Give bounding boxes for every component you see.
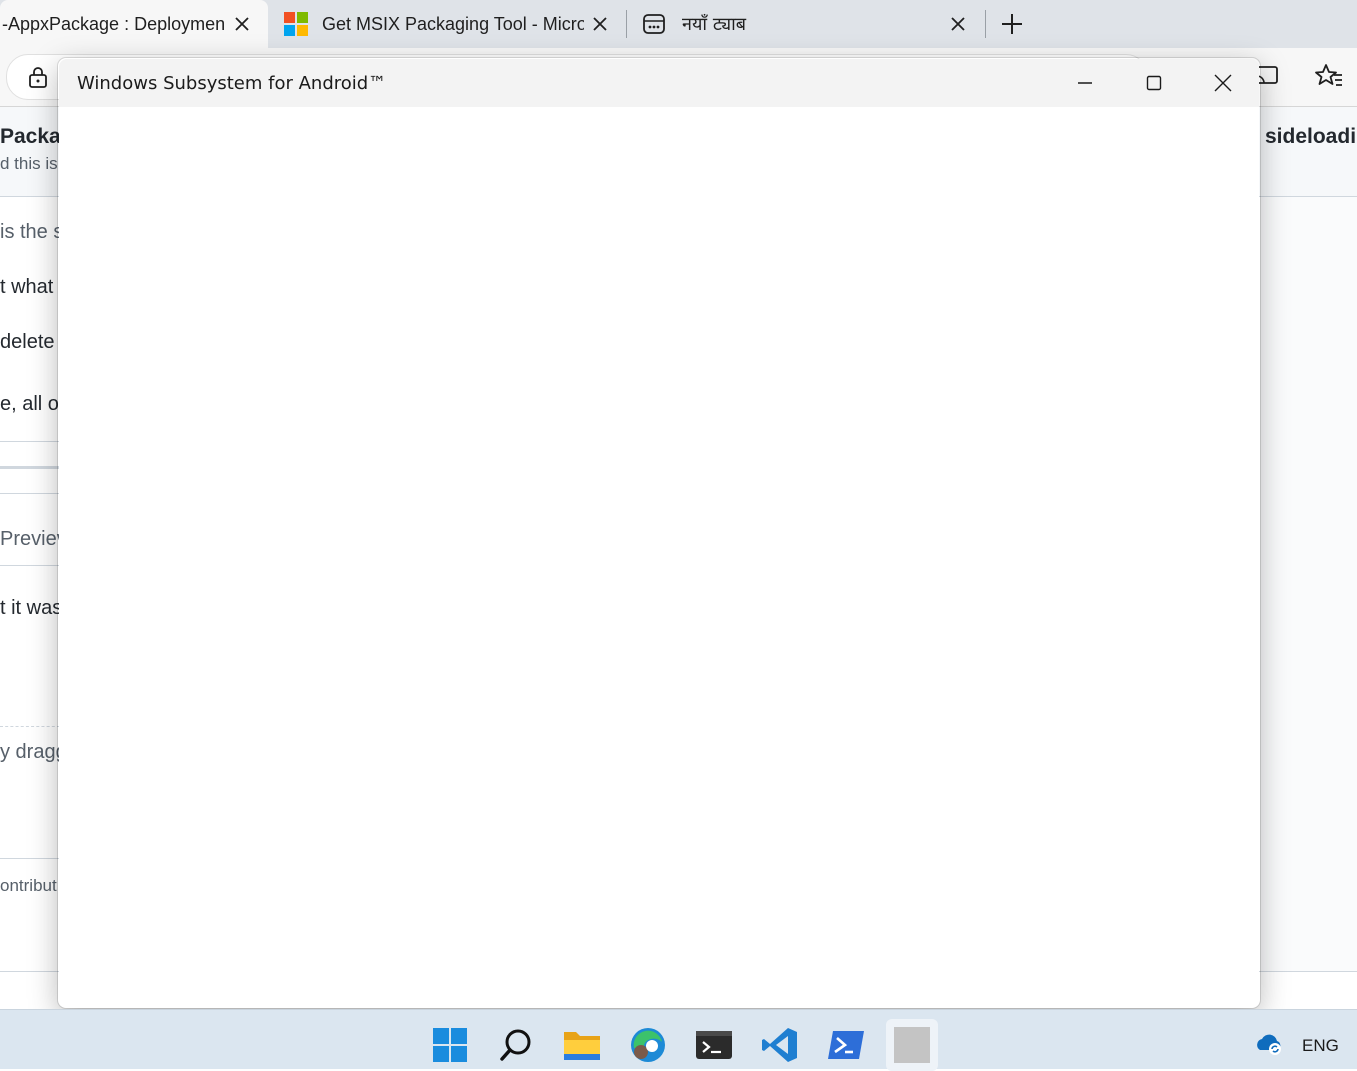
start-button[interactable] [424, 1019, 476, 1071]
lock-icon[interactable] [27, 66, 49, 93]
new-tab-page-icon [642, 12, 666, 36]
close-icon [1214, 74, 1232, 92]
onedrive-sync-icon[interactable] [1254, 1032, 1284, 1056]
start-icon [433, 1028, 467, 1062]
close-tab-icon[interactable] [946, 12, 970, 36]
divider [0, 493, 60, 494]
search-icon [500, 1029, 531, 1061]
favorites-icon[interactable] [1314, 62, 1344, 92]
page-line: is the s [0, 221, 64, 243]
tab-new-tab[interactable]: नयाँ ट्याब [628, 0, 984, 48]
tab-title: नयाँ ट्याब [682, 14, 747, 35]
close-button[interactable] [1189, 59, 1257, 107]
divider [0, 858, 60, 859]
page-subtext: d this is [0, 154, 58, 173]
taskbar: ENG [0, 1009, 1357, 1071]
window-title: Windows Subsystem for Android™ [77, 73, 387, 94]
page-line: t it was [0, 597, 63, 619]
language-indicator[interactable]: ENG [1302, 1036, 1339, 1056]
browser-tab-strip: -AppxPackage : Deployment Get MSIX Packa… [0, 0, 1357, 48]
powershell-button[interactable] [820, 1019, 872, 1071]
wsa-content-area[interactable] [59, 107, 1259, 1007]
search-button[interactable] [490, 1019, 542, 1071]
tab-appxpackage[interactable]: -AppxPackage : Deployment [0, 0, 268, 48]
page-line: e, all of [0, 393, 65, 415]
tab-separator [626, 10, 627, 38]
new-tab-button[interactable] [996, 8, 1028, 40]
wsa-titlebar[interactable]: Windows Subsystem for Android™ [59, 59, 1259, 107]
tab-msix-packaging-tool[interactable]: Get MSIX Packaging Tool - Micro [270, 0, 626, 48]
page-line: delete [0, 331, 55, 353]
edge-icon [631, 1028, 665, 1062]
page-line: t what [0, 276, 54, 298]
edge-button[interactable] [622, 1019, 674, 1071]
page-line: Previev [0, 528, 67, 550]
page-line: ontribut [0, 876, 57, 895]
tab-title: Get MSIX Packaging Tool - Micro [322, 13, 584, 34]
wsa-app-icon [894, 1027, 930, 1063]
divider [0, 565, 60, 566]
plus-icon [1002, 14, 1022, 34]
file-explorer-button[interactable] [556, 1019, 608, 1071]
maximize-icon [1146, 75, 1162, 91]
minimize-icon [1078, 82, 1092, 84]
tab-separator [985, 10, 986, 38]
divider [0, 466, 60, 469]
divider [0, 441, 60, 442]
close-tab-icon[interactable] [588, 12, 612, 36]
vscode-icon [762, 1028, 797, 1062]
page-heading-right: sideloadir [1265, 125, 1357, 148]
page-right-panel [1260, 197, 1357, 971]
dashed-divider [0, 726, 60, 727]
microsoft-logo-icon [284, 12, 308, 36]
maximize-button[interactable] [1120, 59, 1188, 107]
terminal-icon [696, 1031, 732, 1059]
file-explorer-icon [564, 1032, 600, 1060]
page-line: y dragg [0, 741, 67, 763]
minimize-button[interactable] [1051, 59, 1119, 107]
vscode-button[interactable] [754, 1019, 806, 1071]
powershell-icon [828, 1031, 864, 1059]
wsa-taskbar-button[interactable] [886, 1019, 938, 1071]
wsa-window[interactable]: Windows Subsystem for Android™ [59, 59, 1259, 1007]
tab-title: -AppxPackage : Deployment [2, 13, 224, 34]
close-tab-icon[interactable] [230, 12, 254, 36]
terminal-button[interactable] [688, 1019, 740, 1071]
